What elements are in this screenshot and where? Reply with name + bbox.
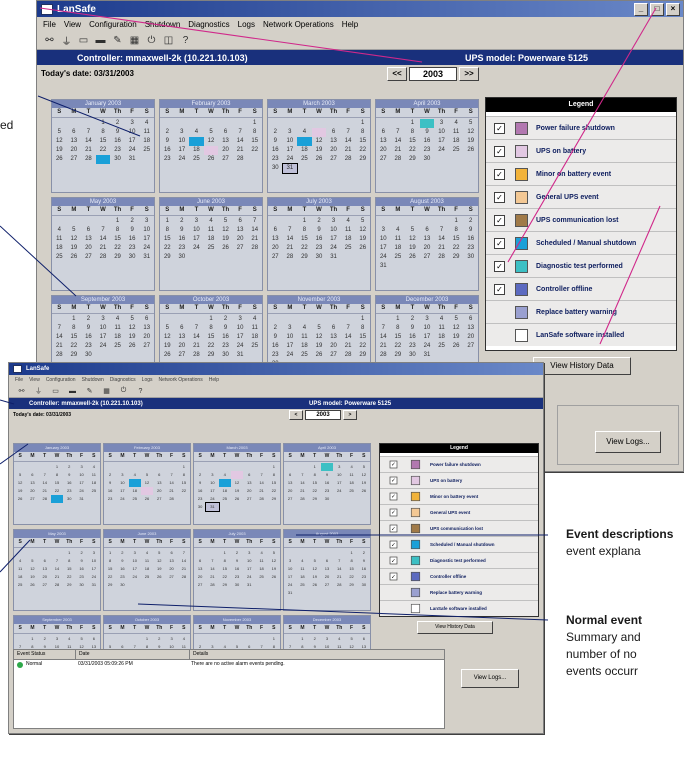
normal-event-line-3: events occurr <box>566 664 639 678</box>
callout-line-controller <box>0 399 15 405</box>
callout-line-normal-event <box>137 603 549 621</box>
callout-line-week-left <box>0 539 31 573</box>
event-descriptions-title: Event descriptions <box>566 527 674 541</box>
callout-line-legend-left <box>0 443 29 465</box>
callout-line-history <box>599 205 661 345</box>
callout-line-year <box>39 7 423 63</box>
event-descriptions-annotation: Event descriptions event explana <box>566 526 676 560</box>
blue-callouts <box>0 95 549 621</box>
callout-line-diagnostic <box>507 7 657 263</box>
normal-event-title: Normal event <box>566 613 643 627</box>
normal-event-line-2: number of no <box>566 647 637 661</box>
callout-line-months <box>0 225 77 297</box>
event-descriptions-body: event explana <box>566 544 641 558</box>
normal-event-line-1: Summary and <box>566 630 641 644</box>
pink-callouts <box>39 7 661 345</box>
left-partial-label: ed <box>0 118 14 132</box>
normal-event-annotation: Normal event Summary and number of no ev… <box>566 612 642 680</box>
callout-line-today <box>37 95 141 137</box>
